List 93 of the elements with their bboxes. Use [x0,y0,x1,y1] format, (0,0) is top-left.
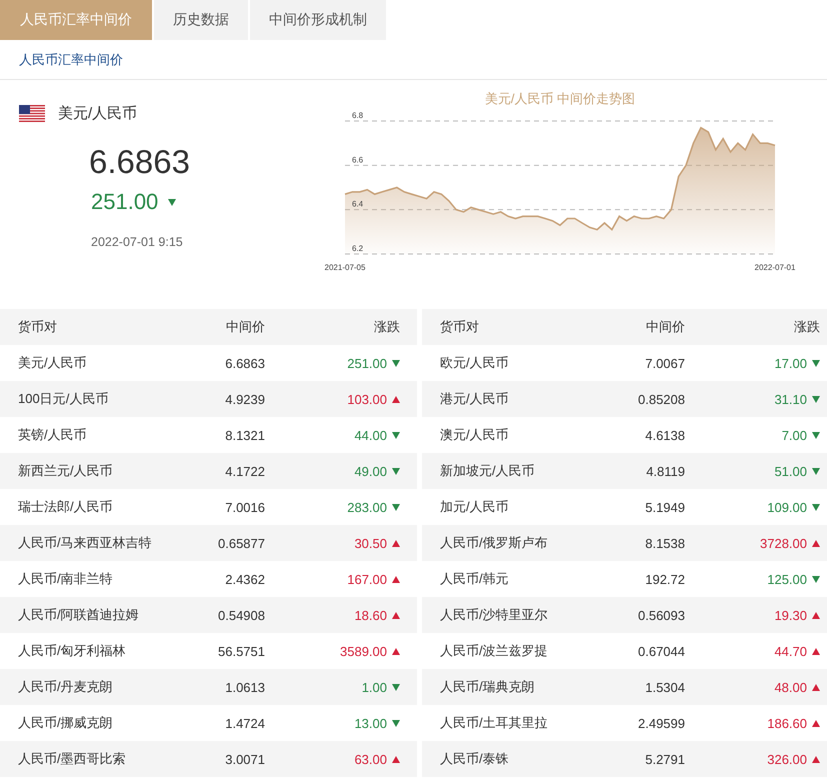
currency-pair: 新西兰元/人民币 [18,462,114,480]
table-cell-text: 5.1949 [644,500,685,514]
currency-pair: 欧元/人民币 [440,354,510,372]
mid-price: 6.6863 [88,143,191,181]
price-change: 7.00 [782,428,807,442]
currency-pair: 人民币/泰铢 [440,750,510,768]
price-change: 63.00 [354,752,387,766]
currency-pair: 人民币/匈牙利福林 [18,642,127,660]
table-cell-text: 0.65877 [217,536,265,550]
price-change: 31.10 [774,392,807,406]
price-change: 44.70 [774,644,807,658]
price-change: 103.00 [347,392,387,406]
table-cell-text: 0.54908 [217,608,265,622]
column-header: 货币对 [440,318,480,336]
tab[interactable]: 历史数据 [154,0,248,40]
currency-pair: 人民币/南非兰特 [18,570,114,588]
price-change: 49.00 [354,464,387,478]
tab[interactable]: 中间价形成机制 [250,0,386,40]
price-change: 125.00 [767,572,807,586]
currency-pair: 美元/人民币 [58,104,138,123]
price-change: 48.00 [774,680,807,694]
column-header: 涨跌 [793,318,820,336]
price-change: 167.00 [347,572,387,586]
table-cell-text: 2.49599 [637,716,685,730]
table-cell-text: 8.1321 [224,428,265,442]
currency-pair: 100日元/人民币 [18,390,110,408]
currency-pair: 人民币/瑞典克朗 [440,678,536,696]
section-link[interactable]: 人民币汇率中间价 [19,50,123,68]
price-change: 13.00 [354,716,387,730]
table-cell-text: 4.1722 [224,464,265,478]
table-cell-text: 0.85208 [637,392,685,406]
currency-pair: 人民币/马来西亚林吉特 [18,534,153,552]
x-axis-label: 2022-07-01 [754,263,796,272]
price-change: 51.00 [774,464,807,478]
table-cell-text: 0.67044 [637,644,685,658]
currency-pair: 港元/人民币 [440,390,510,408]
column-header: 中间价 [645,318,685,336]
table-cell-text: 8.1538 [644,536,685,550]
currency-pair: 人民币/挪威克朗 [18,714,114,732]
table-cell-text: 2.4362 [224,572,265,586]
currency-pair: 人民币/沙特里亚尔 [440,606,549,624]
table-cell-text: 1.4724 [224,716,265,730]
table-cell-text: 4.8119 [645,464,685,478]
price-change: 3728.00 [760,536,807,550]
currency-pair: 新加坡元/人民币 [440,462,536,480]
currency-pair: 澳元/人民币 [440,426,510,444]
column-header: 货币对 [18,318,58,336]
price-change: 30.50 [354,536,387,550]
price-change: 44.00 [354,428,387,442]
price-change: 3589.00 [340,644,387,658]
currency-pair: 人民币/墨西哥比索 [18,750,127,768]
table-cell-text: 5.2791 [644,752,685,766]
y-tick-label: 6.8 [352,111,364,120]
table-cell-text: 3.0071 [224,752,265,766]
table-cell-text: 56.5751 [217,644,265,658]
price-change: 17.00 [774,356,807,370]
flag-icon [19,104,45,122]
currency-pair: 人民币/俄罗斯卢布 [440,534,549,552]
currency-pair: 美元/人民币 [18,354,88,372]
price-change: 1.00 [362,680,387,694]
price-change: 19.30 [774,608,807,622]
y-tick-label: 6.6 [352,155,364,164]
currency-pair: 人民币/阿联酋迪拉姆 [18,606,140,624]
y-tick-label: 6.4 [352,200,364,209]
chart-title: 美元/人民币 中间价走势图 [484,91,636,106]
currency-pair: 人民币/波兰兹罗提 [440,642,549,660]
table-cell-text: 0.56093 [637,608,685,622]
currency-pair: 人民币/韩元 [440,570,510,588]
y-tick-label: 6.2 [352,244,364,253]
currency-pair: 瑞士法郎/人民币 [18,498,114,516]
timestamp: 2022-07-01 9:15 [90,235,184,249]
currency-pair: 英镑/人民币 [18,426,88,444]
table-cell-text: 7.0067 [644,356,685,370]
table-cell-text: 4.6138 [644,428,685,442]
table-cell-text: 7.0016 [224,500,265,514]
currency-pair: 人民币/土耳其里拉 [440,714,549,732]
price-change: 186.60 [767,716,807,730]
table-cell-text: 1.5304 [644,680,685,694]
column-header: 中间价 [225,318,265,336]
currency-pair: 加元/人民币 [440,498,510,516]
price-change: 109.00 [767,500,807,514]
price-change: 251.00 [91,189,158,215]
table-cell-text: 4.9239 [224,392,265,406]
price-change: 18.60 [354,608,387,622]
price-change: 326.00 [767,752,807,766]
table-cell-text: 6.6863 [224,356,265,370]
column-header: 涨跌 [373,318,400,336]
table-cell-text: 192.72 [644,572,685,586]
table-cell-text: 1.0613 [224,680,265,694]
price-change: 251.00 [347,356,387,370]
price-change: 283.00 [347,500,387,514]
x-axis-label: 2021-07-05 [324,263,366,272]
currency-pair: 人民币/丹麦克朗 [18,678,114,696]
